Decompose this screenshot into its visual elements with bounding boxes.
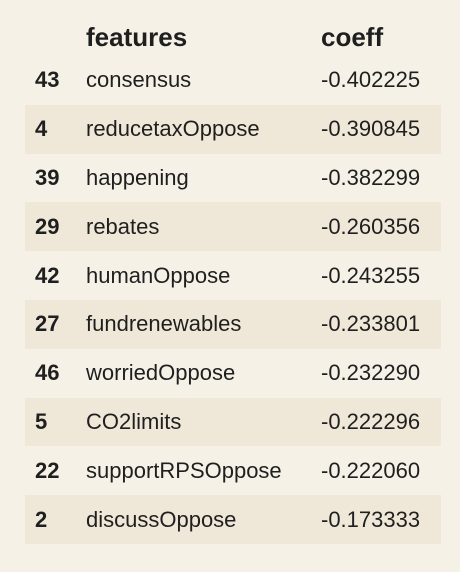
- row-index: 42: [35, 262, 60, 288]
- coeff-cell: -0.232290: [321, 360, 421, 386]
- table-row: 5 CO2limits -0.222296: [25, 397, 441, 447]
- table-row: 27 fundrenewables -0.233801: [25, 299, 441, 349]
- coeff-cell: -0.382299: [321, 164, 421, 190]
- row-index: 5: [35, 408, 48, 434]
- feature-cell: supportRPSOppose: [86, 457, 282, 483]
- row-index: 29: [35, 213, 60, 239]
- row-index: 46: [35, 360, 60, 386]
- table-row: 39 happening -0.382299: [25, 154, 441, 203]
- dataframe-output: features coeff 43 consensus -0.402225 4 …: [0, 0, 460, 572]
- table-row: 22 supportRPSOppose -0.222060: [25, 446, 441, 495]
- coeff-cell: -0.173333: [321, 506, 421, 532]
- row-index: 4: [35, 116, 48, 142]
- coeff-cell: -0.260356: [321, 213, 421, 239]
- coeff-cell: -0.390845: [321, 116, 421, 142]
- table-body: 43 consensus -0.402225 4 reducetaxOppose…: [25, 56, 441, 544]
- feature-cell: humanOppose: [86, 262, 231, 288]
- coeff-cell: -0.222296: [321, 408, 421, 434]
- row-index: 2: [35, 506, 48, 532]
- coeff-cell: -0.222060: [321, 457, 421, 483]
- table-row: 29 rebates -0.260356: [25, 202, 441, 252]
- table-header: features coeff: [25, 18, 441, 56]
- coefficients-table: features coeff 43 consensus -0.402225 4 …: [25, 18, 441, 544]
- feature-cell: rebates: [86, 213, 160, 239]
- table-row: 42 humanOppose -0.243255: [25, 251, 441, 300]
- table-row: 43 consensus -0.402225: [25, 56, 441, 105]
- row-index: 22: [35, 457, 60, 483]
- coeff-cell: -0.402225: [321, 67, 421, 93]
- table-row: 46 worriedOppose -0.232290: [25, 349, 441, 398]
- feature-cell: CO2limits: [86, 408, 182, 434]
- feature-cell: happening: [86, 164, 189, 190]
- header-row: features coeff: [25, 18, 441, 56]
- coeff-column-header: coeff: [321, 21, 384, 52]
- features-column-header: features: [86, 21, 188, 52]
- row-index: 39: [35, 164, 60, 190]
- coeff-cell: -0.243255: [321, 262, 421, 288]
- row-index: 43: [35, 67, 60, 93]
- index-header: [25, 18, 85, 56]
- feature-cell: worriedOppose: [86, 360, 236, 386]
- feature-cell: fundrenewables: [86, 311, 242, 337]
- feature-cell: consensus: [86, 67, 192, 93]
- table-row: 4 reducetaxOppose -0.390845: [25, 104, 441, 154]
- feature-cell: reducetaxOppose: [86, 116, 260, 142]
- coeff-cell: -0.233801: [321, 311, 421, 337]
- row-index: 27: [35, 311, 60, 337]
- table-row: 2 discussOppose -0.173333: [25, 495, 441, 544]
- feature-cell: discussOppose: [86, 506, 237, 532]
